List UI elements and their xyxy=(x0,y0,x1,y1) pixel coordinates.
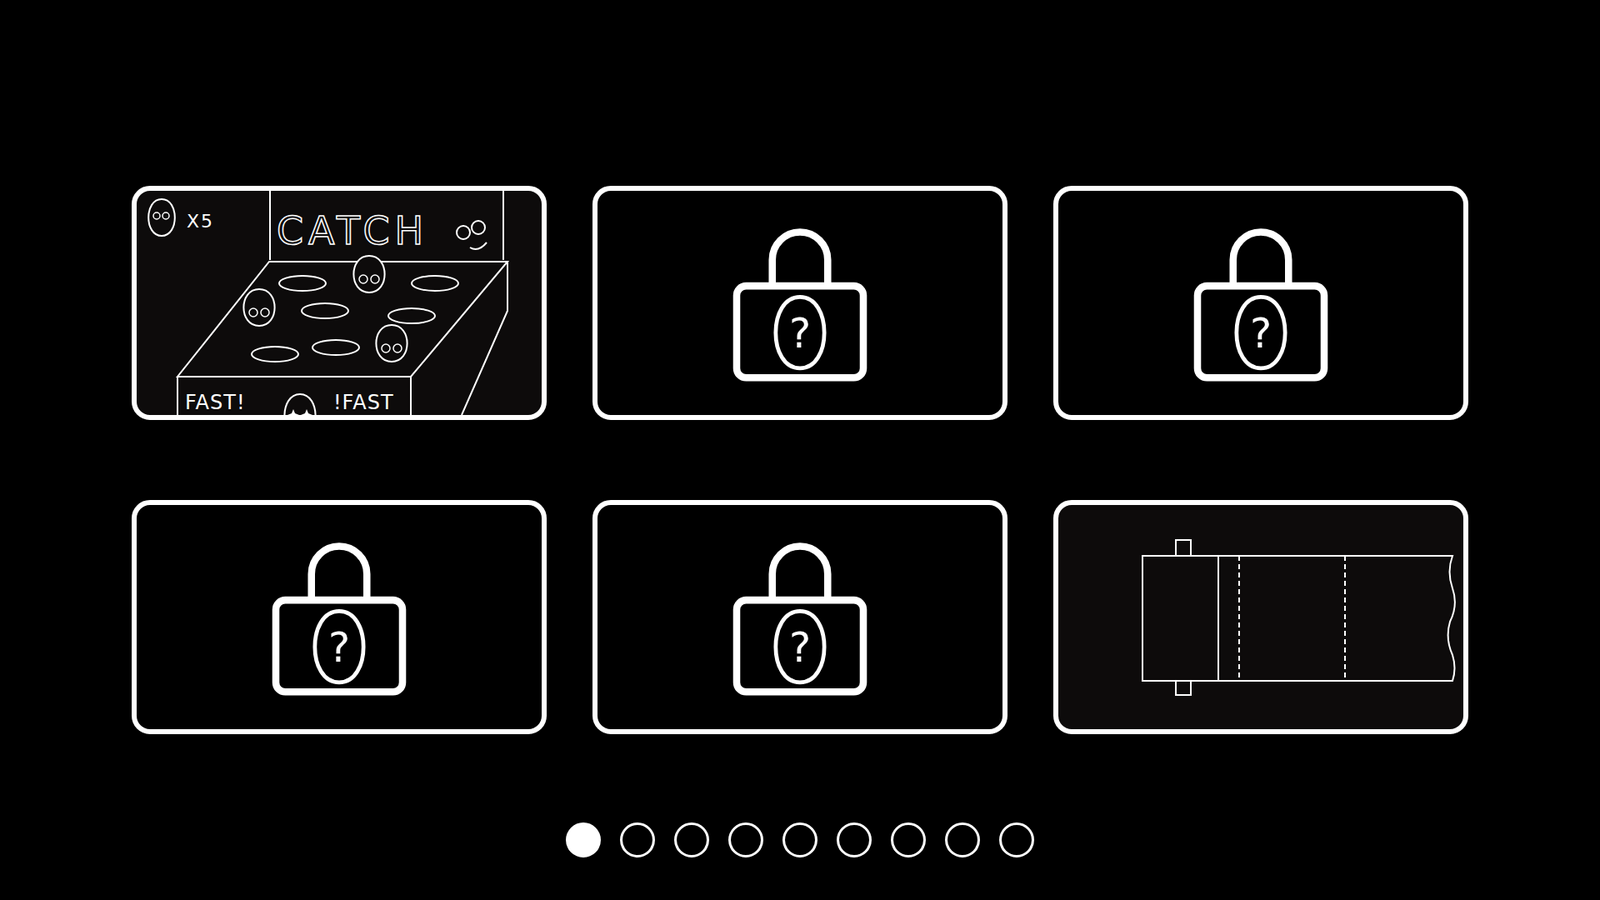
hole-icon xyxy=(301,303,349,319)
page-dot[interactable] xyxy=(728,822,764,858)
lives-egg-icon xyxy=(148,199,175,236)
lock-icon: ? xyxy=(267,538,411,697)
page-dot[interactable] xyxy=(565,822,601,858)
egg-mole-icon xyxy=(353,255,385,293)
lock-mark: ? xyxy=(789,309,811,358)
left-sign: FAST! xyxy=(185,390,246,415)
page-dot[interactable] xyxy=(945,822,980,858)
lock-icon: ? xyxy=(1189,224,1333,383)
lock-mark: ? xyxy=(789,623,811,672)
booth-title: CATCH xyxy=(276,208,429,254)
level-card[interactable]: ? xyxy=(592,185,1008,420)
hole-icon xyxy=(251,346,299,362)
catch-game-thumbnail: X5 CATCH FAST! !FAST xyxy=(136,190,542,415)
lock-icon: ? xyxy=(728,538,872,697)
level-card[interactable]: ? xyxy=(1053,185,1469,420)
egg-mole-icon xyxy=(243,289,275,326)
face-icon xyxy=(456,220,487,250)
page-dot[interactable] xyxy=(890,822,926,858)
level-card[interactable] xyxy=(1053,500,1469,735)
hole-icon xyxy=(312,340,360,355)
hole-icon xyxy=(279,275,326,291)
star-egg-icon xyxy=(284,394,315,415)
lives-count: X5 xyxy=(186,210,215,232)
level-card[interactable]: X5 CATCH FAST! !FAST xyxy=(131,185,547,420)
page-dot[interactable] xyxy=(999,822,1035,858)
page-dot[interactable] xyxy=(620,822,655,858)
page-dot[interactable] xyxy=(782,822,818,858)
hole-icon xyxy=(388,308,435,324)
lock-icon: ? xyxy=(728,224,872,383)
level-select-screen: X5 CATCH FAST! !FAST???? xyxy=(0,0,1600,900)
level-card[interactable]: ? xyxy=(131,500,547,735)
lock-mark: ? xyxy=(328,623,350,672)
hole-icon xyxy=(411,275,459,291)
page-dot[interactable] xyxy=(674,822,710,858)
right-sign: !FAST xyxy=(333,390,395,415)
page-indicator xyxy=(565,822,1035,858)
page-dot[interactable] xyxy=(836,822,872,858)
egg-mole-icon xyxy=(375,325,407,362)
lock-mark: ? xyxy=(1250,309,1272,358)
level-grid: X5 CATCH FAST! !FAST???? xyxy=(131,185,1469,735)
roll-icon xyxy=(1058,505,1464,730)
level-card[interactable]: ? xyxy=(592,500,1008,735)
